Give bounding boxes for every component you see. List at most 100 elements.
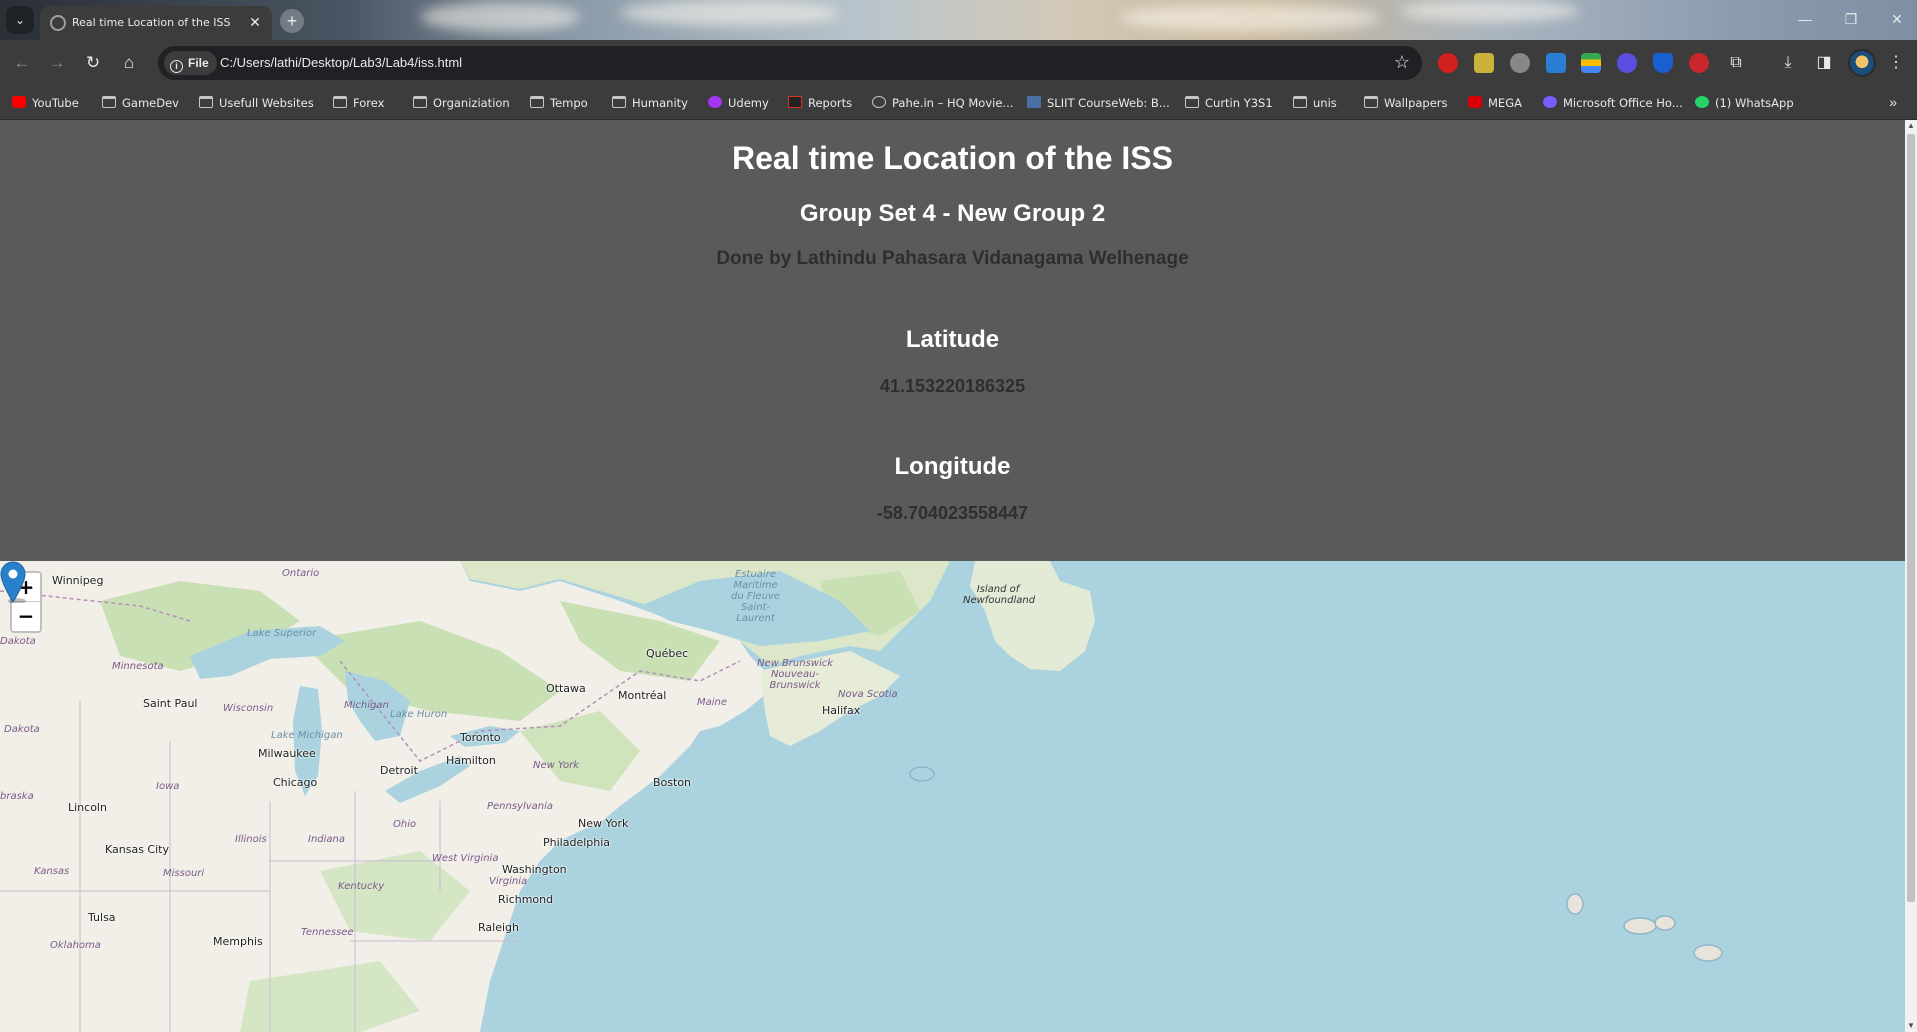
region-label: Nova Scotia (838, 689, 898, 700)
bookmark-star-icon[interactable]: ☆ (1394, 52, 1410, 73)
menu-dots-icon[interactable]: ⋮ (1884, 51, 1908, 75)
zoom-out-button[interactable]: − (12, 602, 40, 631)
extension-icon[interactable] (1438, 53, 1458, 73)
active-tab[interactable]: Real time Location of the ISS ✕ (40, 6, 272, 40)
extension-icon[interactable] (1581, 53, 1601, 73)
tab-strip: ⌄ Real time Location of the ISS ✕ + — ❐ … (0, 0, 1917, 40)
bookmark-folder[interactable]: Wallpapers (1364, 94, 1448, 112)
region-label: Virginia (489, 876, 528, 887)
scroll-down-arrow-icon[interactable]: ▼ (1905, 1020, 1917, 1032)
background-cloud (620, 0, 840, 26)
bookmark-folder[interactable]: Usefull Websites (199, 94, 314, 112)
region-label: Michigan (344, 700, 389, 711)
bookmark-sliit[interactable]: SLIIT CourseWeb: B... (1027, 94, 1170, 112)
bookmark-label: (1) WhatsApp (1715, 96, 1794, 110)
bookmark-youtube[interactable]: YouTube (12, 94, 79, 112)
region-label: Ontario (282, 568, 320, 579)
scroll-up-arrow-icon[interactable]: ▲ (1905, 120, 1917, 132)
water-label: Lake Huron (390, 709, 448, 720)
bookmark-label: Pahe.in – HQ Movie... (892, 96, 1014, 110)
azores-island (1654, 915, 1676, 931)
city-label: Hamilton (446, 754, 496, 767)
city-label: New York (578, 817, 629, 830)
url-text[interactable]: C:/Users/lathi/Desktop/Lab3/Lab4/iss.htm… (220, 55, 462, 70)
side-panel-icon[interactable]: ◨ (1812, 51, 1836, 75)
site-info-button[interactable]: i File (164, 51, 217, 75)
scrollbar-thumb[interactable] (1907, 134, 1915, 902)
reload-button[interactable]: ↻ (81, 51, 105, 75)
info-icon: i (170, 60, 183, 73)
region-label: Kansas (34, 866, 70, 877)
region-label: Indiana (308, 834, 346, 845)
bookmark-folder[interactable]: Tempo (530, 94, 588, 112)
region-label: Oklahoma (50, 940, 101, 951)
map-view[interactable]: + − Winnipeg Québec Ottawa Montréal Hali… (0, 561, 1905, 1032)
shield-extension-icon[interactable] (1653, 53, 1673, 73)
bookmark-office[interactable]: Microsoft Office Ho... (1543, 94, 1683, 112)
bookmark-label: unis (1313, 96, 1337, 110)
city-label: Halifax (822, 704, 861, 717)
bookmark-folder[interactable]: Humanity (612, 94, 688, 112)
bookmark-label: Forex (353, 96, 385, 110)
azores-island (1623, 917, 1657, 935)
city-label: Tulsa (88, 911, 116, 924)
bookmark-reports[interactable]: Reports (788, 94, 852, 112)
region-label: West Virginia (432, 853, 499, 864)
background-cloud (420, 2, 580, 32)
city-label: Boston (653, 776, 692, 789)
extension-icon[interactable] (1689, 53, 1709, 73)
tab-search-button[interactable]: ⌄ (6, 6, 34, 34)
tab-title: Real time Location of the ISS (72, 16, 231, 29)
restore-button[interactable]: ❐ (1836, 8, 1866, 30)
background-cloud (1120, 4, 1380, 32)
sable-island (909, 766, 935, 782)
home-button[interactable]: ⌂ (117, 51, 141, 75)
region-label: Ohio (393, 819, 417, 830)
bookmark-folder[interactable]: Curtin Y3S1 (1185, 94, 1273, 112)
extensions-puzzle-icon[interactable]: ⧉ (1724, 51, 1748, 75)
folder-icon (413, 96, 427, 108)
bookmark-folder[interactable]: unis (1293, 94, 1337, 112)
azores-island (1693, 944, 1723, 962)
profile-avatar[interactable] (1848, 49, 1876, 77)
address-bar[interactable]: i File C:/Users/lathi/Desktop/Lab3/Lab4/i… (158, 46, 1422, 80)
folder-icon (199, 96, 213, 108)
bookmark-udemy[interactable]: Udemy (708, 94, 769, 112)
new-tab-button[interactable]: + (280, 9, 304, 33)
city-label: Detroit (380, 764, 418, 777)
close-window-button[interactable]: ✕ (1882, 8, 1912, 30)
extension-icon[interactable] (1474, 53, 1494, 73)
bookmark-folder[interactable]: Forex (333, 94, 384, 112)
background-cloud (1400, 0, 1580, 22)
bookmark-folder[interactable]: Organiziation (413, 94, 510, 112)
region-label: Minnesota (112, 661, 164, 672)
more-bookmarks-icon[interactable]: » (1889, 94, 1897, 110)
bookmark-label: Curtin Y3S1 (1205, 96, 1273, 110)
forward-button[interactable]: → (45, 51, 69, 75)
bookmark-whatsapp[interactable]: (1) WhatsApp (1695, 94, 1794, 112)
city-label: Philadelphia (543, 836, 611, 849)
minimize-button[interactable]: — (1790, 8, 1820, 30)
extension-icon[interactable] (1510, 53, 1530, 73)
longitude-label: Longitude (894, 453, 1011, 480)
region-label: Illinois (235, 834, 267, 845)
extension-icon[interactable] (1617, 53, 1637, 73)
city-label: Richmond (498, 893, 554, 906)
bookmark-pahe[interactable]: Pahe.in – HQ Movie... (872, 94, 1013, 112)
back-button[interactable]: ← (10, 51, 34, 75)
latitude-label: Latitude (905, 326, 1000, 353)
bookmark-label: SLIIT CourseWeb: B... (1047, 96, 1170, 110)
azores-island (1566, 893, 1584, 915)
page-scrollbar[interactable]: ▲ ▼ (1905, 120, 1917, 1032)
location-marker-icon[interactable] (0, 561, 26, 603)
globe-icon (872, 96, 886, 108)
bookmark-folder[interactable]: GameDev (102, 94, 179, 112)
bookmark-mega[interactable]: MEGA (1468, 94, 1522, 112)
close-tab-icon[interactable]: ✕ (246, 13, 264, 31)
bookmark-label: MEGA (1488, 96, 1522, 110)
downloads-icon[interactable]: ⤓ (1776, 51, 1800, 75)
page-content: Real time Location of the ISS Group Set … (0, 120, 1905, 1032)
whatsapp-icon (1695, 96, 1709, 108)
water-label: Estuaire Maritime du Fleuve Saint-Lauren… (731, 569, 780, 624)
download-extension-icon[interactable] (1546, 53, 1566, 73)
